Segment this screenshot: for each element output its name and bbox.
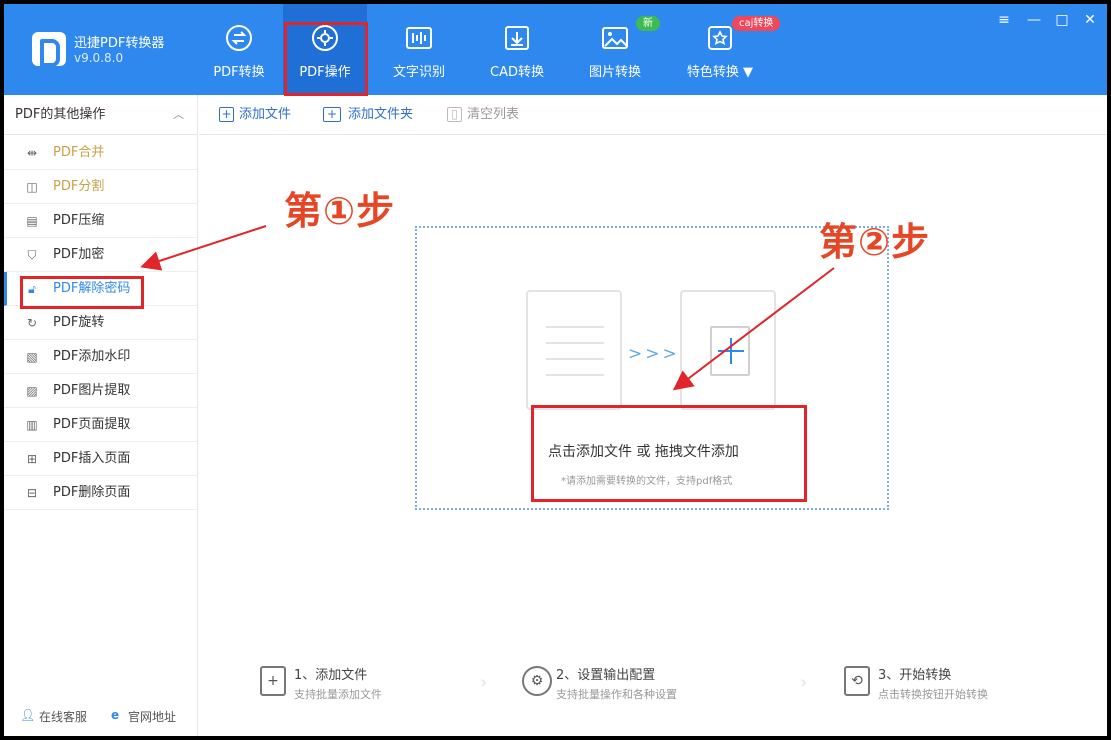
online-service-link[interactable]: 在线客服: [39, 708, 87, 725]
app-window: 迅捷PDF转换器 v9.0.8.0 PDF转换 PDF操作 文字识别 CAD转换…: [4, 4, 1107, 736]
step-subtitle: 支持批量添加文件: [294, 688, 382, 701]
arrows-icon: >>>: [628, 344, 680, 364]
step-settings: ⚙ 2、设置输出配置 支持批量操作和各种设置: [522, 662, 742, 706]
add-folder-button[interactable]: + 添加文件夹: [323, 107, 413, 123]
app-version: v9.0.8.0: [74, 51, 124, 65]
sidebar-footer: 👤︎ 在线客服 e 官网地址: [4, 698, 197, 736]
chevron-right-icon: ›: [480, 672, 488, 693]
sidebar-item-merge[interactable]: ⇹ PDF合并: [4, 136, 197, 170]
add-file-button[interactable]: + 添加文件: [219, 107, 291, 123]
merge-icon: ⇹: [26, 146, 38, 160]
ocr-icon: [406, 27, 432, 49]
sidebar-item-label: PDF删除页面: [53, 485, 131, 500]
clear-list-label: 清空列表: [467, 107, 520, 122]
step-subtitle: 点击转换按钮开始转换: [878, 688, 988, 701]
add-file-step-icon: +: [260, 666, 286, 696]
sidebar-item-encrypt[interactable]: ⛉ PDF加密: [4, 238, 197, 272]
sidebar-item-split[interactable]: ◫ PDF分割: [4, 170, 197, 204]
app-logo: [32, 32, 66, 67]
header-bar: 迅捷PDF转换器 v9.0.8.0 PDF转换 PDF操作 文字识别 CAD转换…: [4, 4, 1107, 95]
watermark-icon: ▧: [26, 350, 38, 364]
add-folder-icon: +: [323, 107, 341, 122]
split-icon: ◫: [26, 180, 38, 194]
nav-label: 图片转换: [588, 65, 641, 80]
chevron-right-icon: ›: [800, 672, 808, 693]
add-folder-label: 添加文件夹: [348, 107, 414, 122]
sidebar-item-label: PDF合并: [53, 145, 105, 160]
sidebar-item-delete-page[interactable]: ⊟ PDF删除页面: [4, 476, 197, 510]
sidebar-item-watermark[interactable]: ▧ PDF添加水印: [4, 340, 197, 374]
app-name: 迅捷PDF转换器: [74, 36, 165, 51]
nav-label: 特色转换 ▼: [686, 65, 754, 80]
add-file-label: 添加文件: [239, 107, 292, 122]
sidebar-header[interactable]: PDF的其他操作 ︿: [4, 95, 198, 135]
annotation-box-dropzone: [531, 405, 807, 502]
step-subtitle: 支持批量操作和各种设置: [556, 688, 677, 701]
step-one-label: 第①步: [284, 189, 396, 233]
sidebar: PDF的其他操作 ︿ ⇹ PDF合并 ◫ PDF分割 ▤ PDF压缩 ⛉ PDF加密 🔓…: [4, 95, 198, 736]
sidebar-item-rotate[interactable]: ↻ PDF旋转: [4, 306, 197, 340]
image-convert-icon: [602, 27, 628, 49]
step-add-file: + 1、添加文件 支持批量添加文件: [260, 662, 460, 706]
close-icon[interactable]: ✕: [1082, 12, 1098, 28]
page-extract-icon: ▥: [26, 418, 38, 432]
annotation-box-decrypt: [20, 276, 144, 309]
minimize-icon[interactable]: —: [1026, 12, 1042, 28]
sidebar-item-compress[interactable]: ▤ PDF压缩: [4, 204, 197, 238]
sidebar-item-insert-page[interactable]: ⊞ PDF插入页面: [4, 442, 197, 476]
sidebar-item-label: PDF旋转: [53, 315, 105, 330]
caj-badge: caj转换: [732, 16, 781, 31]
nav-label: 文字识别: [392, 65, 445, 80]
step-start-convert: ⟲ 3、开始转换 点击转换按钮开始转换: [844, 662, 1044, 706]
trash-icon: ▯: [447, 107, 462, 122]
headset-icon[interactable]: 👤︎: [20, 708, 35, 722]
annotation-box-nav: [284, 22, 368, 96]
cad-icon: [505, 26, 529, 50]
insert-page-icon: ⊞: [26, 452, 38, 466]
maximize-icon[interactable]: □: [1054, 12, 1070, 28]
new-badge: 新: [636, 16, 660, 31]
compress-icon: ▤: [26, 214, 38, 228]
image-icon: ▨: [26, 384, 38, 398]
sidebar-item-label: PDF页面提取: [53, 417, 131, 432]
step-two-label: 第②步: [819, 220, 931, 264]
gear-icon: ⚙: [522, 666, 552, 696]
sidebar-item-label: PDF压缩: [53, 213, 105, 228]
shield-icon: ⛉: [27, 248, 37, 262]
pdf-convert-icon: [226, 25, 252, 51]
nav-pdf-convert[interactable]: PDF转换: [200, 4, 278, 95]
step-title: 1、添加文件: [294, 668, 368, 683]
step-title: 2、设置输出配置: [556, 668, 656, 683]
browser-icon[interactable]: e: [111, 708, 119, 722]
step-title: 3、开始转换: [878, 668, 952, 683]
clear-list-button[interactable]: ▯ 清空列表: [447, 107, 519, 123]
chevron-up-icon[interactable]: ︿: [173, 95, 184, 135]
rotate-icon: ↻: [26, 316, 38, 330]
sidebar-item-page-extract[interactable]: ▥ PDF页面提取: [4, 408, 197, 442]
sidebar-item-label: PDF插入页面: [53, 451, 131, 466]
nav-ocr[interactable]: 文字识别: [380, 4, 458, 95]
website-link[interactable]: 官网地址: [128, 708, 176, 725]
sidebar-item-label: PDF图片提取: [53, 383, 131, 398]
toolbar: + 添加文件 + 添加文件夹 ▯ 清空列表: [199, 95, 1107, 135]
sidebar-item-label: PDF加密: [53, 247, 105, 262]
delete-page-icon: ⊟: [26, 486, 38, 500]
document-icon: [526, 290, 622, 410]
sidebar-item-label: PDF分割: [53, 179, 105, 194]
sidebar-title: PDF的其他操作: [15, 107, 106, 122]
nav-cad[interactable]: CAD转换: [478, 4, 556, 95]
sidebar-item-label: PDF添加水印: [53, 349, 131, 364]
nav-label: CAD转换: [490, 65, 544, 80]
sidebar-item-image-extract[interactable]: ▨ PDF图片提取: [4, 374, 197, 408]
nav-label: PDF转换: [213, 65, 265, 80]
add-file-icon: +: [219, 107, 234, 122]
feature-convert-icon: [708, 26, 732, 50]
convert-icon: ⟲: [844, 666, 870, 696]
menu-icon[interactable]: ≡: [996, 12, 1012, 28]
add-document-icon[interactable]: [680, 290, 776, 410]
